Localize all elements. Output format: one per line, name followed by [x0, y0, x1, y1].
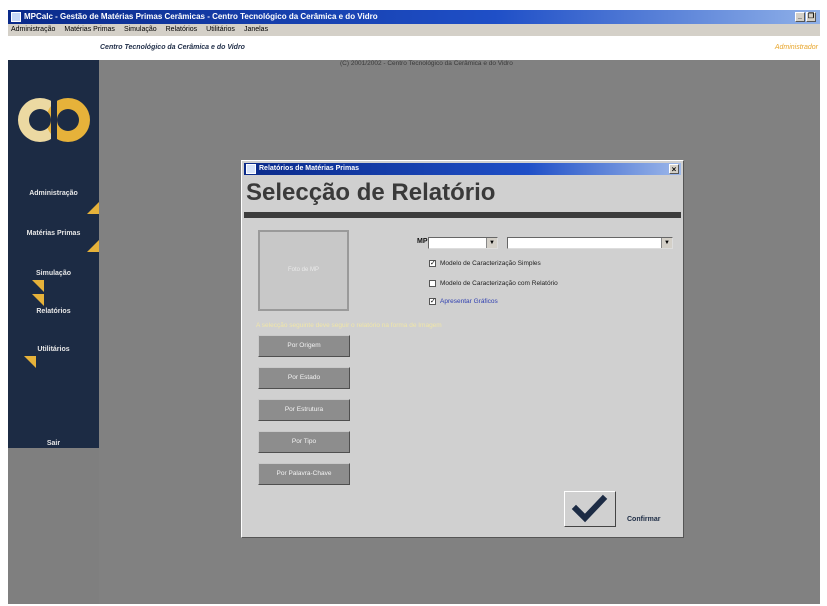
by-type-button[interactable]: Por Tipo [258, 431, 350, 453]
heading-divider [244, 212, 681, 218]
mp-name-select[interactable]: ▼ [507, 237, 673, 249]
close-icon[interactable]: × [669, 164, 679, 174]
menu-bar: Administração Matérias Primas Simulação … [8, 24, 820, 36]
info-bar: Centro Tecnológico da Cerâmica e do Vidr… [8, 36, 820, 60]
app-icon [11, 12, 21, 22]
checkbox-show-charts-label: Apresentar Gráficos [440, 298, 498, 305]
menu-relatorios[interactable]: Relatórios [166, 24, 198, 36]
sidebar-item-label: Utilitários [37, 346, 70, 353]
sidebar-flap [32, 280, 44, 292]
sidebar-item-sair[interactable]: Sair [8, 440, 99, 447]
sidebar-item-relatorios[interactable]: Relatórios [8, 294, 99, 315]
app-logo [18, 98, 90, 142]
menu-materias-primas[interactable]: Matérias Primas [64, 24, 115, 36]
app-title-bar: MPCalc - Gestão de Matérias Primas Cerâm… [8, 10, 820, 24]
by-origin-button[interactable]: Por Origem [258, 335, 350, 357]
user-name: Administrador [774, 44, 818, 51]
sidebar-item-materias-primas[interactable]: Matérias Primas [8, 230, 99, 252]
copyright-text: (C) 2001/2002 - Centro Tecnológico da Ce… [340, 60, 513, 67]
sidebar-item-utilitarios[interactable]: Utilitários [8, 346, 99, 368]
sidebar-item-label: Relatórios [36, 308, 71, 315]
by-keyword-button[interactable]: Por Palavra-Chave [258, 463, 350, 485]
menu-utilitarios[interactable]: Utilitários [206, 24, 235, 36]
mp-photo: Foto de MP [258, 230, 349, 311]
page-title: Selecção de Relatório [246, 179, 496, 206]
by-structure-button[interactable]: Por Estrutura [258, 399, 350, 421]
restore-button[interactable]: ❐ [806, 12, 816, 22]
sidebar: Administração Matérias Primas Simulação … [8, 60, 99, 448]
confirm-label: Confirmar [627, 516, 661, 523]
mp-photo-label: Foto de MP [287, 267, 319, 273]
mp-code-select[interactable]: ▼ [428, 237, 498, 249]
chevron-down-icon[interactable]: ▼ [661, 238, 672, 248]
sidebar-footer [8, 448, 99, 604]
checkbox-show-charts[interactable]: ✓ Apresentar Gráficos [429, 298, 498, 305]
selection-hint: A selecção seguinte deve seguir o relató… [256, 322, 442, 329]
chevron-down-icon[interactable]: ▼ [486, 238, 497, 248]
window-controls: _ ❐ [795, 12, 816, 22]
menu-simulacao[interactable]: Simulação [124, 24, 157, 36]
checkbox-report-model-box[interactable] [429, 280, 436, 287]
confirm-button[interactable] [564, 491, 616, 527]
checkbox-simple-model[interactable]: ✓ Modelo de Caracterização Simples [429, 260, 541, 267]
window-title: MPCalc - Gestão de Matérias Primas Cerâm… [24, 12, 378, 21]
menu-administracao[interactable]: Administração [11, 24, 55, 36]
sidebar-flap [32, 294, 44, 306]
menu-janelas[interactable]: Janelas [244, 24, 268, 36]
sidebar-item-label: Simulação [35, 270, 71, 277]
report-dialog: Relatórios de Matérias Primas × Selecção… [241, 160, 684, 538]
center-name: Centro Tecnológico da Cerâmica e do Vidr… [100, 44, 245, 51]
checkmark-icon [571, 494, 608, 523]
checkbox-report-model-label: Modelo de Caracterização com Relatório [440, 280, 558, 287]
checkbox-show-charts-box[interactable]: ✓ [429, 298, 436, 305]
sidebar-item-simulacao[interactable]: Simulação [8, 270, 99, 292]
minimize-button[interactable]: _ [795, 12, 805, 22]
checkbox-simple-model-label: Modelo de Caracterização Simples [440, 260, 541, 267]
sidebar-flap [87, 240, 99, 252]
sidebar-flap [24, 356, 36, 368]
sidebar-item-administracao[interactable]: Administração [8, 190, 99, 214]
checkbox-report-model[interactable]: Modelo de Caracterização com Relatório [429, 280, 558, 287]
sidebar-item-label: Matérias Primas [26, 230, 81, 237]
sidebar-item-label: Administração [29, 190, 78, 197]
dialog-title-bar: Relatórios de Matérias Primas × [244, 163, 681, 175]
mp-label: MP [417, 238, 428, 245]
sidebar-flap [87, 202, 99, 214]
dialog-title: Relatórios de Matérias Primas [259, 165, 359, 172]
by-state-button[interactable]: Por Estado [258, 367, 350, 389]
checkbox-simple-model-box[interactable]: ✓ [429, 260, 436, 267]
dialog-icon [246, 164, 256, 174]
sidebar-item-label: Sair [46, 440, 61, 447]
